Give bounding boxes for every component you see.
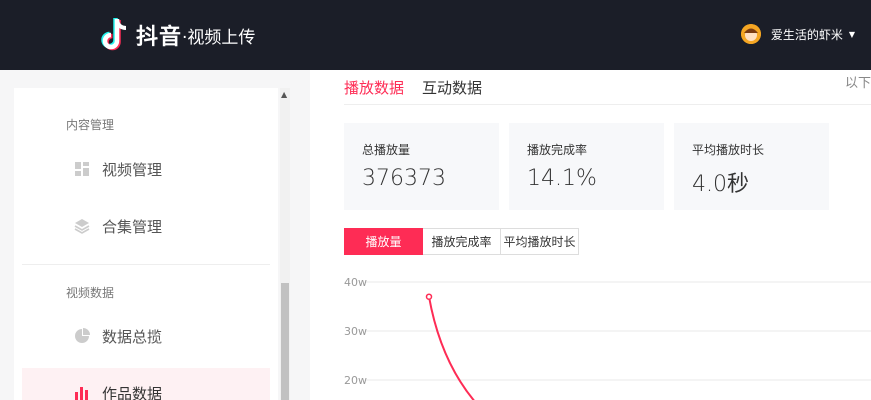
stat-value: 14.1% <box>527 166 597 191</box>
segment-plays[interactable]: 播放量 <box>344 228 423 255</box>
user-menu[interactable]: 爱生活的虾米 ▼ <box>740 24 855 44</box>
stat-card-total-plays: 总播放量 376373 <box>344 123 499 210</box>
tabs-right-text: 以下 <box>844 76 871 91</box>
sidebar-item-label: 作品数据 <box>102 384 163 400</box>
sidebar-item-data-overview[interactable]: 数据总揽 <box>22 311 270 361</box>
layers-icon <box>74 219 90 234</box>
grid-icon <box>75 162 89 176</box>
sidebar-item-works-data[interactable]: 作品数据 <box>22 368 270 400</box>
avatar[interactable] <box>740 24 761 44</box>
tab-play-data[interactable]: 播放数据 <box>344 77 404 98</box>
main-content: 播放数据 互动数据 以下 总播放量 376373 播放完成率 14.1% 平均播… <box>310 70 871 400</box>
play-count-line-chart: 40w 30w 20w <box>344 276 871 400</box>
stat-card-completion-rate: 播放完成率 14.1% <box>509 123 664 210</box>
username: 爱生活的虾米 <box>770 27 843 42</box>
stat-label: 总播放量 <box>362 143 411 157</box>
bar-chart-icon <box>75 387 88 400</box>
caret-down-icon[interactable]: ▼ <box>849 30 855 39</box>
sidebar-item-label: 视频管理 <box>102 160 163 179</box>
sidebar-item-label: 数据总揽 <box>102 327 163 346</box>
sidebar-group-video-data: 视频数据 <box>66 286 115 300</box>
stat-label: 播放完成率 <box>527 143 588 157</box>
pie-chart-icon <box>75 328 90 343</box>
stat-value: 376373 <box>362 166 446 191</box>
douyin-logo-icon <box>101 18 127 51</box>
sidebar-item-collection-manage[interactable]: 合集管理 <box>22 201 270 251</box>
scroll-up-icon[interactable]: ▲ <box>281 90 287 99</box>
brand-subtitle: ·视频上传 <box>182 27 256 48</box>
sidebar-item-video-manage[interactable]: 视频管理 <box>22 144 270 194</box>
scrollbar-thumb[interactable] <box>281 283 289 400</box>
y-tick-label: 40w <box>344 276 367 289</box>
y-tick-label: 20w <box>344 374 367 387</box>
tab-interaction-data[interactable]: 互动数据 <box>422 77 482 98</box>
app-header: 抖音 ·视频上传 爱生活的虾米 ▼ <box>0 0 871 70</box>
sidebar-divider <box>22 264 270 265</box>
y-tick-label: 30w <box>344 325 367 338</box>
sidebar-group-content: 内容管理 <box>66 118 115 132</box>
data-point[interactable] <box>425 293 433 300</box>
avatar-face-icon <box>740 24 761 44</box>
segment-avg-duration[interactable]: 平均播放时长 <box>501 228 579 255</box>
stat-value: 4.0秒 <box>692 172 749 197</box>
data-tabs: 播放数据 互动数据 <box>344 70 500 104</box>
stat-card-avg-duration: 平均播放时长 4.0秒 <box>674 123 829 210</box>
sidebar: 内容管理 视频管理 合集管理 视频数据 数据总揽 作品数据 <box>14 88 278 400</box>
sidebar-item-label: 合集管理 <box>102 217 163 236</box>
segment-completion-rate[interactable]: 播放完成率 <box>423 228 501 255</box>
stat-label: 平均播放时长 <box>692 143 765 157</box>
brand-name: 抖音 <box>136 25 183 50</box>
series-line <box>428 296 475 400</box>
logo[interactable]: 抖音 ·视频上传 <box>100 16 255 54</box>
metric-segmented-control: 播放量 播放完成率 平均播放时长 <box>344 228 579 255</box>
tabs-divider <box>344 104 871 105</box>
